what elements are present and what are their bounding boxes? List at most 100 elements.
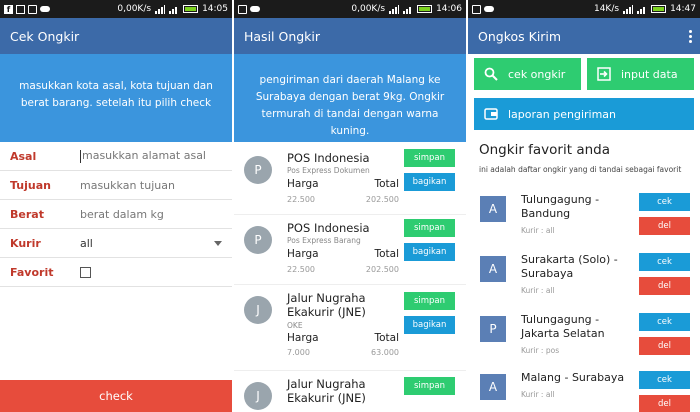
network-speed: 0,00K/s (351, 4, 386, 14)
del-button[interactable]: del (639, 277, 690, 295)
simpan-button[interactable]: simpan (404, 149, 455, 167)
total-label: Total (374, 248, 399, 260)
battery-icon (651, 5, 667, 13)
signal-2-icon (169, 5, 179, 14)
app-bar: Cek Ongkir (0, 18, 232, 54)
harga-label: Harga (287, 178, 319, 190)
image-icon (472, 4, 481, 14)
service-name: Pos Express Barang (287, 236, 361, 245)
page-title: Ongkos Kirim (478, 28, 562, 44)
signal-2-icon (403, 5, 413, 14)
laporan-pengiriman-button[interactable]: laporan pengiriman (474, 98, 694, 130)
tujuan-label: Tujuan (10, 178, 51, 192)
cek-button[interactable]: cek (639, 193, 690, 211)
clock: 14:06 (436, 4, 462, 14)
cek-button[interactable]: cek (639, 253, 690, 271)
status-bar: f 0,00K/s 14:05 (0, 0, 232, 18)
harga-value: 22.500 (287, 265, 315, 274)
berat-row: Berat berat dalam kg (0, 200, 232, 229)
del-button[interactable]: del (639, 337, 690, 355)
favorite-avatar: A (480, 256, 506, 282)
page-title: Hasil Ongkir (244, 28, 321, 44)
favorite-avatar: A (480, 196, 506, 222)
total-value: 202.500 (365, 195, 399, 204)
search-icon (484, 67, 498, 81)
input-data-button[interactable]: input data (587, 58, 694, 90)
asal-row: Asal masukkan alamat asal (0, 142, 232, 171)
favorite-item: A Malang - Surabaya Kurir : all cek del (468, 368, 700, 412)
favorite-kurir: Kurir : all (521, 390, 555, 399)
notification-icon (16, 4, 25, 14)
cek-button[interactable]: cek (639, 313, 690, 331)
courier-name: Jalur Nugraha Ekakurir (JNE) (287, 377, 366, 405)
app-bar: Hasil Ongkir (234, 18, 466, 54)
cek-button[interactable]: cek (639, 371, 690, 389)
total-label: Total (374, 332, 399, 344)
page-title: Cek Ongkir (10, 28, 80, 44)
favorite-kurir: Kurir : all (521, 226, 555, 235)
wallet-icon (484, 108, 498, 120)
app-bar: Ongkos Kirim (468, 18, 700, 54)
courier-name: POS Indonesia (287, 151, 370, 165)
favorite-item: A Tulungagung - Bandung Kurir : all cek … (468, 190, 700, 248)
battery-icon (183, 5, 199, 13)
signal-icon (155, 4, 166, 14)
network-speed: 0,00K/s (117, 4, 152, 14)
laporan-label: laporan pengiriman (508, 107, 617, 121)
signal-icon (623, 4, 634, 14)
tujuan-row: Tujuan masukkan tujuan (0, 171, 232, 200)
simpan-button[interactable]: simpan (404, 219, 455, 237)
asal-input[interactable]: masukkan alamat asal (80, 149, 232, 163)
favorites-title: Ongkir favorit anda (479, 142, 610, 158)
tujuan-input[interactable]: masukkan tujuan (80, 179, 232, 192)
favorite-kurir: Kurir : pos (521, 346, 560, 355)
sign-in-icon (597, 67, 611, 81)
result-item[interactable]: J Jalur Nugraha Ekakurir (JNE) simpan (234, 371, 466, 411)
courier-avatar: P (244, 156, 272, 184)
instruction-emphasis: check (180, 97, 212, 109)
instruction-banner: masukkan kota asal, kota tujuan dan bera… (0, 54, 232, 142)
simpan-button[interactable]: simpan (404, 292, 455, 310)
service-name: OKE (287, 321, 303, 330)
input-data-label: input data (621, 67, 678, 81)
berat-input[interactable]: berat dalam kg (80, 208, 232, 221)
bagikan-button[interactable]: bagikan (404, 316, 455, 334)
result-item[interactable]: P POS Indonesia Pos Express Barang Harga… (234, 215, 466, 285)
result-item[interactable]: J Jalur Nugraha Ekakurir (JNE) OKE Harga… (234, 285, 466, 371)
cek-ongkir-button[interactable]: cek ongkir (474, 58, 581, 90)
favorit-checkbox[interactable] (80, 266, 91, 278)
text-cursor (80, 149, 81, 163)
harga-label: Harga (287, 332, 319, 344)
clock: 14:47 (670, 4, 696, 14)
clock: 14:05 (202, 4, 228, 14)
game-controller-icon (484, 6, 494, 12)
check-button[interactable]: check (0, 380, 232, 412)
favorite-avatar: A (480, 374, 506, 400)
total-value: 63.000 (371, 348, 399, 357)
courier-avatar: P (244, 226, 272, 254)
favorite-avatar: P (480, 316, 506, 342)
asal-label: Asal (10, 149, 37, 163)
asal-placeholder: masukkan alamat asal (82, 149, 206, 163)
favorite-item: P Tulungagung - Jakarta Selatan Kurir : … (468, 310, 700, 368)
results-list: P POS Indonesia Pos Express Dokumen Harg… (234, 145, 466, 411)
image-icon (28, 4, 37, 14)
total-value: 202.500 (365, 265, 399, 274)
status-bar: 0,00K/s 14:06 (234, 0, 466, 18)
harga-value: 7.000 (287, 348, 310, 357)
total-label: Total (374, 178, 399, 190)
harga-value: 22.500 (287, 195, 315, 204)
bagikan-button[interactable]: bagikan (404, 173, 455, 191)
overflow-menu-icon[interactable] (689, 30, 692, 45)
hasil-ongkir-screen: 0,00K/s 14:06 Hasil Ongkir pengiriman da… (234, 0, 466, 412)
del-button[interactable]: del (639, 395, 690, 412)
courier-avatar: J (244, 382, 272, 410)
kurir-select[interactable]: all (80, 237, 214, 250)
bagikan-button[interactable]: bagikan (404, 243, 455, 261)
dropdown-arrow-icon[interactable] (214, 240, 222, 246)
kurir-row: Kurir all (0, 229, 232, 258)
del-button[interactable]: del (639, 217, 690, 235)
game-controller-icon (40, 6, 50, 12)
result-item[interactable]: P POS Indonesia Pos Express Dokumen Harg… (234, 145, 466, 215)
simpan-button[interactable]: simpan (404, 377, 455, 395)
